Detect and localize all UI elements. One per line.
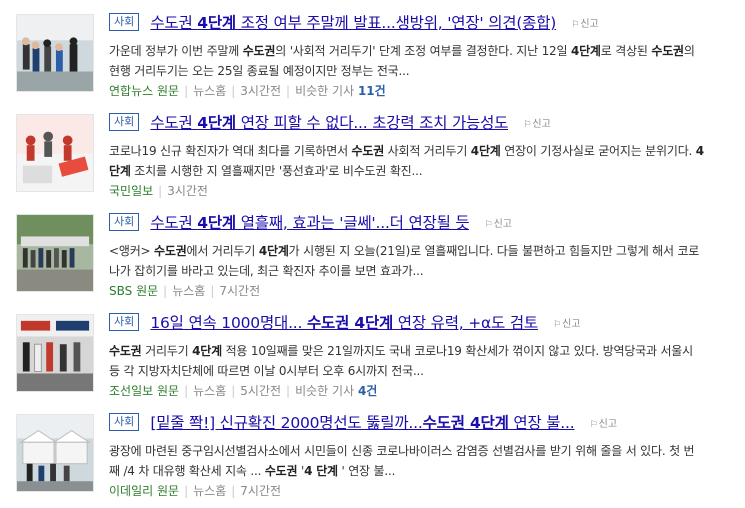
report-icon: ⚐: [484, 219, 493, 230]
source-link[interactable]: 국민일보: [109, 184, 153, 198]
report-button[interactable]: ⚐신고: [571, 15, 598, 30]
news-thumbnail[interactable]: [16, 214, 94, 292]
report-button[interactable]: ⚐신고: [523, 115, 550, 130]
timestamp: 5시간전: [240, 384, 282, 398]
news-thumbnail[interactable]: [16, 114, 94, 192]
news-thumbnail[interactable]: [16, 14, 94, 92]
similar-articles-link[interactable]: 비슷한 기사 4건: [295, 384, 377, 398]
news-title-link[interactable]: 수도권 4단계 조정 여부 주말께 발표...생방위, '연장' 의견(종합): [150, 11, 556, 33]
timestamp: 7시간전: [219, 284, 261, 298]
source-link[interactable]: 조선일보 원문: [109, 384, 179, 398]
report-icon: ⚐: [571, 19, 580, 30]
news-home-link[interactable]: 뉴스홈: [172, 284, 205, 298]
category-badge[interactable]: 사회: [109, 413, 140, 431]
similar-articles-link[interactable]: 비슷한 기사 11건: [295, 84, 386, 98]
news-title-link[interactable]: 수도권 4단계 열흘째, 효과는 '글쎄'...더 연장될 듯: [150, 211, 469, 233]
source-link[interactable]: 이데일리 원문: [109, 484, 179, 498]
news-summary: 수도권 거리두기 4단계 적용 10일째를 맞은 21일까지도 국내 코로나19…: [109, 344, 693, 378]
news-home-link[interactable]: 뉴스홈: [193, 84, 226, 98]
timestamp: 7시간전: [240, 484, 282, 498]
category-badge[interactable]: 사회: [109, 213, 140, 231]
news-summary: 코로나19 신규 확진자가 역대 최다를 기록하면서 수도권 사회적 거리두기 …: [109, 144, 704, 178]
category-badge[interactable]: 사회: [109, 313, 140, 331]
news-thumbnail[interactable]: [16, 414, 94, 492]
news-thumbnail[interactable]: [16, 314, 94, 392]
source-link[interactable]: 연합뉴스 원문: [109, 84, 179, 98]
news-item: 사회 [밑줄 쫙!] 신규확진 2000명선도 뚫릴까...수도권 4단계 연장…: [0, 408, 745, 508]
news-summary: 가운데 정부가 이번 주말께 수도권의 '사회적 거리두기' 단계 조정 여부를…: [109, 44, 695, 78]
news-title-link[interactable]: 수도권 4단계 연장 피할 수 없다... 초강력 조치 가능성도: [150, 111, 508, 133]
news-summary: 광장에 마련된 중구임시선별검사소에서 시민들이 신종 코로나바이러스 감염증 …: [109, 444, 695, 478]
news-item: 사회 수도권 4단계 연장 피할 수 없다... 초강력 조치 가능성도 ⚐신고…: [0, 108, 745, 208]
report-button[interactable]: ⚐신고: [590, 415, 617, 430]
report-icon: ⚐: [553, 319, 562, 330]
report-icon: ⚐: [589, 419, 598, 430]
news-summary: <앵커> 수도권에서 거리두기 4단계가 시행된 지 오늘(21일)로 열흘째입…: [109, 244, 700, 278]
timestamp: 3시간전: [240, 84, 282, 98]
news-item: 사회 수도권 4단계 조정 여부 주말께 발표...생방위, '연장' 의견(종…: [0, 8, 745, 108]
news-item: 사회 수도권 4단계 열흘째, 효과는 '글쎄'...더 연장될 듯 ⚐신고 <…: [0, 208, 745, 308]
news-home-link[interactable]: 뉴스홈: [193, 484, 226, 498]
timestamp: 3시간전: [167, 184, 208, 198]
report-icon: ⚐: [523, 119, 532, 130]
news-title-link[interactable]: 16일 연속 1000명대... 수도권 4단계 연장 유력, +α도 검토: [150, 311, 538, 333]
news-list: 사회 수도권 4단계 조정 여부 주말께 발표...생방위, '연장' 의견(종…: [0, 0, 745, 504]
news-title-link[interactable]: [밑줄 쫙!] 신규확진 2000명선도 뚫릴까...수도권 4단계 연장 불.…: [150, 411, 574, 433]
news-home-link[interactable]: 뉴스홈: [193, 384, 226, 398]
category-badge[interactable]: 사회: [109, 13, 140, 31]
source-link[interactable]: SBS 원문: [109, 284, 158, 298]
category-badge[interactable]: 사회: [109, 113, 140, 131]
report-button[interactable]: ⚐신고: [485, 215, 512, 230]
news-item: 사회 16일 연속 1000명대... 수도권 4단계 연장 유력, +α도 검…: [0, 308, 745, 408]
report-button[interactable]: ⚐신고: [553, 315, 580, 330]
